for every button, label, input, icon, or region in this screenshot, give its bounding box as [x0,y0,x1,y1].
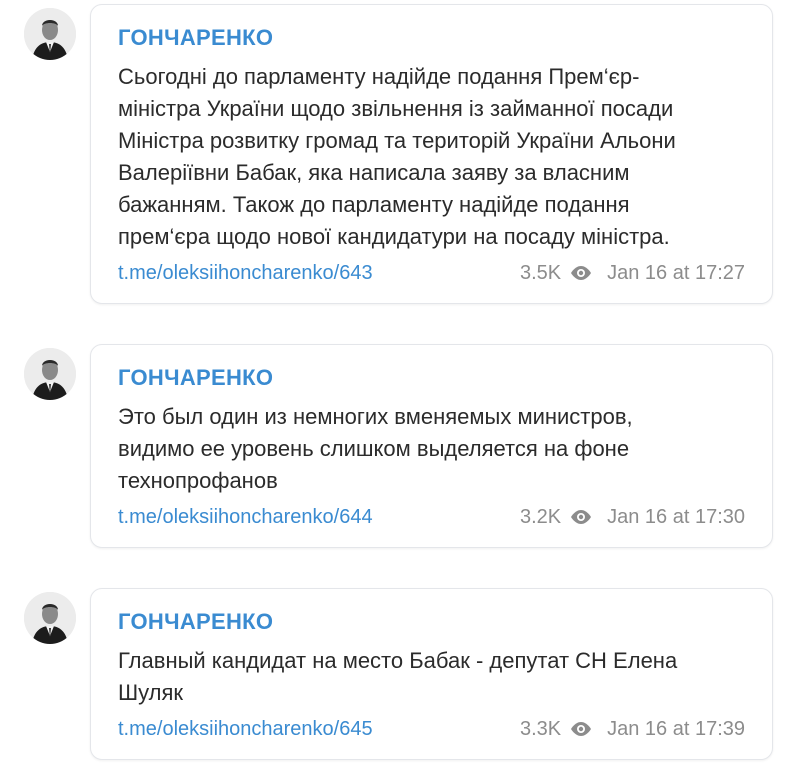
post: ГОНЧАРЕНКО Это был один из немногих вмен… [0,340,806,550]
channel-name[interactable]: ГОНЧАРЕНКО [118,25,745,51]
message-date: Jan 16 at 17:30 [607,505,745,528]
view-count: 3.2K [519,505,562,528]
message-footer: t.me/oleksiihoncharenko/643 3.5K Jan 16 … [118,261,745,285]
eye-icon [569,509,593,525]
message-bubble: ГОНЧАРЕНКО Главный кандидат на место Баб… [90,588,773,760]
message-date: Jan 16 at 17:27 [607,261,745,284]
message-stats: 3.3K Jan 16 at 17:39 [520,718,745,741]
channel-name[interactable]: ГОНЧАРЕНКО [118,609,745,635]
message-link[interactable]: t.me/oleksiihoncharenko/645 [118,718,373,741]
view-count: 3.3K [519,717,562,740]
person-in-suit-avatar-icon [24,8,76,60]
message-footer: t.me/oleksiihoncharenko/644 3.2K Jan 16 … [118,505,745,529]
message-text: Сьогодні до парламенту надійде подання П… [118,64,676,249]
message-date: Jan 16 at 17:39 [607,717,745,740]
eye-icon [569,721,593,737]
message-text: Это был один из немногих вменяемых минис… [118,404,633,493]
message-bubble: ГОНЧАРЕНКО Сьогодні до парламенту надійд… [90,4,773,304]
eye-icon [569,265,593,281]
message-footer: t.me/oleksiihoncharenko/645 3.3K Jan 16 … [118,717,745,741]
message-link[interactable]: t.me/oleksiihoncharenko/644 [118,506,373,529]
message-feed: ГОНЧАРЕНКО Сьогодні до парламенту надійд… [0,0,806,768]
person-in-suit-avatar-icon [24,592,76,644]
avatar[interactable] [24,8,76,60]
view-count: 3.5K [519,261,562,284]
channel-name[interactable]: ГОНЧАРЕНКО [118,365,745,391]
message-stats: 3.5K Jan 16 at 17:27 [520,262,745,285]
message-link[interactable]: t.me/oleksiihoncharenko/643 [118,262,373,285]
post: ГОНЧАРЕНКО Сьогодні до парламенту надійд… [0,0,806,310]
message-bubble: ГОНЧАРЕНКО Это был один из немногих вмен… [90,344,773,548]
post: ГОНЧАРЕНКО Главный кандидат на место Баб… [0,584,806,764]
avatar[interactable] [24,348,76,400]
message-text: Главный кандидат на место Бабак - депута… [118,648,678,705]
avatar[interactable] [24,592,76,644]
person-in-suit-avatar-icon [24,348,76,400]
message-stats: 3.2K Jan 16 at 17:30 [520,506,745,529]
